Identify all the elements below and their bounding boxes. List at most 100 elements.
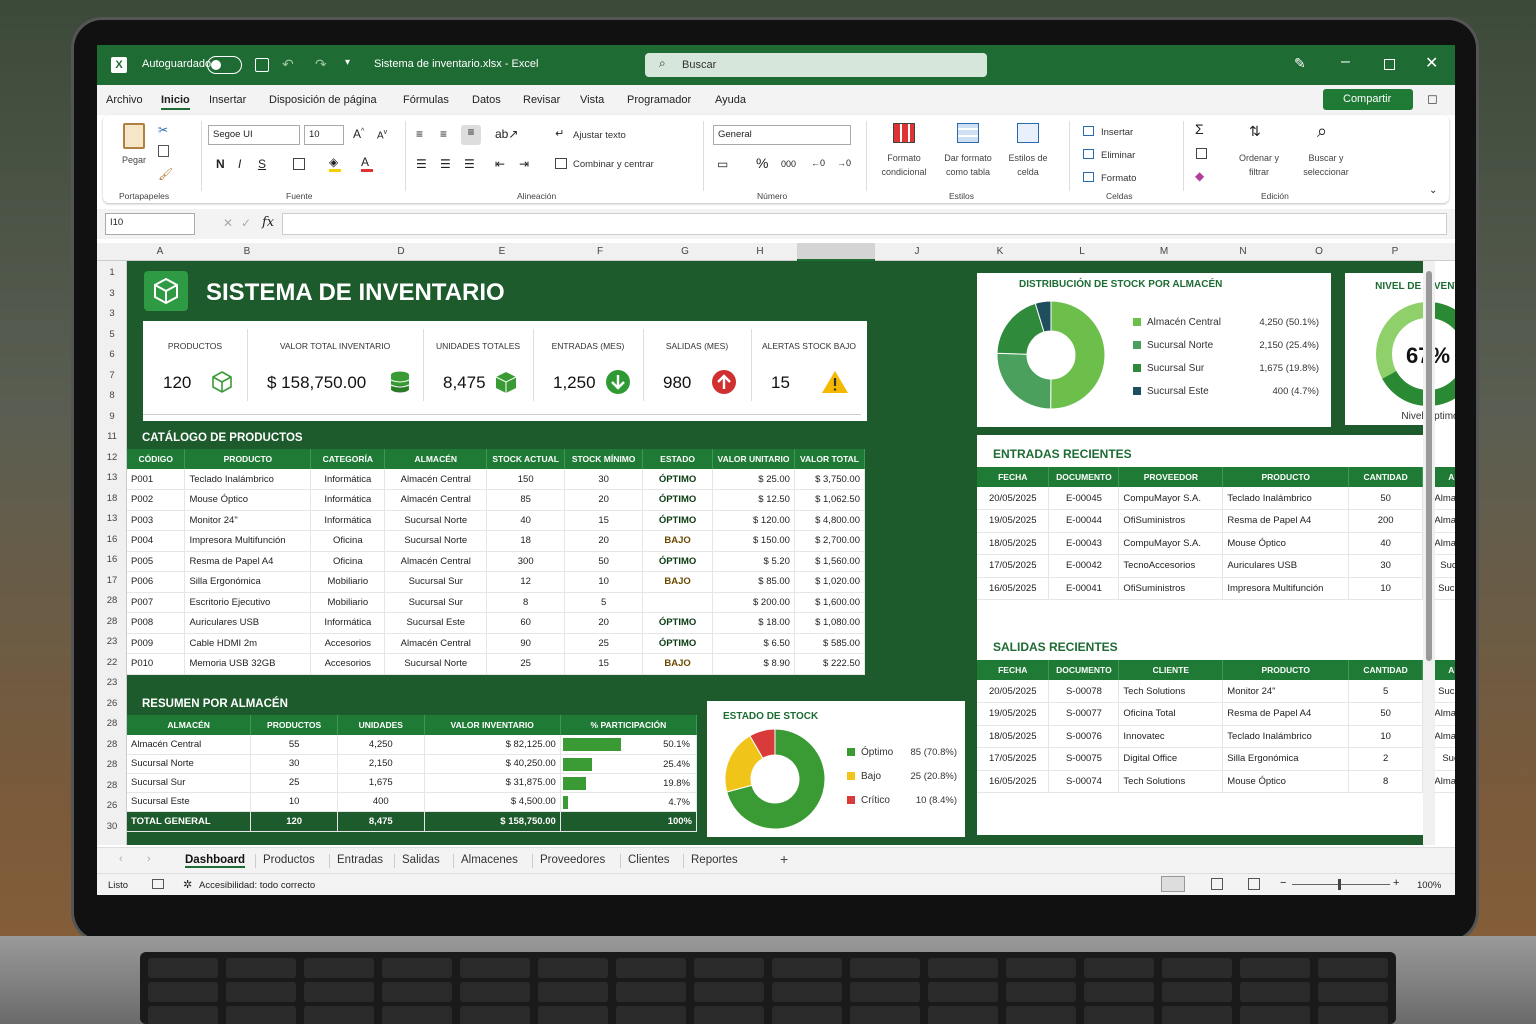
insert-cells-button[interactable]: Insertar xyxy=(1101,127,1133,138)
column-header[interactable]: P xyxy=(1385,246,1405,257)
column-title[interactable]: % PARTICIPACIÓN xyxy=(560,715,698,735)
conditional-format-line2[interactable]: condicional xyxy=(871,167,937,177)
pen-icon[interactable]: ✎ xyxy=(1294,55,1306,72)
table-row[interactable]: P001 Teclado Inalámbrico Informática Almacé… xyxy=(127,469,866,490)
row-header[interactable]: 28 xyxy=(97,739,127,750)
undo-icon[interactable]: ↶ xyxy=(282,56,294,73)
autosave-toggle[interactable] xyxy=(207,56,242,74)
sheet-tab[interactable]: Productos xyxy=(263,854,315,866)
number-format-select[interactable]: General xyxy=(713,125,851,145)
table-row[interactable]: 20/05/2025 S-00078 Tech Solutions Monitor 2… xyxy=(977,680,1455,703)
table-row[interactable]: 17/05/2025 S-00075 Digital Office Silla Erg… xyxy=(977,747,1455,771)
table-row[interactable]: Sucursal Norte 30 2,150 $ 40,250.00 25.4% xyxy=(127,754,698,774)
formula-input[interactable] xyxy=(282,213,1447,235)
column-header[interactable]: E xyxy=(492,246,512,257)
copy-icon[interactable] xyxy=(158,145,169,157)
merge-icon[interactable] xyxy=(555,158,567,169)
prev-sheet-icon[interactable]: ‹ xyxy=(119,853,123,865)
column-header[interactable]: M xyxy=(1154,246,1174,257)
sheet-tab[interactable]: Proveedores xyxy=(540,854,605,866)
row-header[interactable]: 22 xyxy=(97,657,127,668)
table-row[interactable]: P008 Auriculares USB Informática Sucursal E… xyxy=(127,612,866,634)
paste-icon[interactable] xyxy=(123,123,145,149)
table-row[interactable]: 20/05/2025 E-00045 CompuMayor S.A. Teclado … xyxy=(977,487,1455,510)
row-header[interactable]: 26 xyxy=(97,698,127,709)
column-title[interactable]: FECHA xyxy=(977,660,1050,680)
row-header[interactable]: 28 xyxy=(97,759,127,770)
align-top-icon[interactable]: ≡ xyxy=(416,127,423,141)
table-row[interactable]: P010 Memoria USB 32GB Accesorios Sucursal N… xyxy=(127,653,866,675)
percent-icon[interactable]: % xyxy=(756,155,768,171)
column-title[interactable]: PROVEEDOR xyxy=(1118,467,1224,487)
column-title[interactable]: PRODUCTO xyxy=(1222,467,1350,487)
column-title[interactable]: PRODUCTO xyxy=(1222,660,1350,680)
column-title[interactable]: ALMACÉN xyxy=(127,715,252,735)
name-box[interactable]: I10 xyxy=(105,213,195,235)
cell-styles-icon[interactable] xyxy=(1017,123,1039,143)
table-row[interactable]: Sucursal Este 10 400 $ 4,500.00 4.7% xyxy=(127,792,698,812)
column-title[interactable]: CANTIDAD xyxy=(1348,467,1424,487)
merge-center-button[interactable]: Combinar y centrar xyxy=(573,159,654,170)
menu-2[interactable]: Insertar xyxy=(209,94,246,106)
borders-icon[interactable] xyxy=(293,158,305,170)
add-sheet-icon[interactable]: + xyxy=(780,851,788,867)
cell-styles-line2[interactable]: celda xyxy=(998,167,1058,177)
sheet-tab[interactable]: Entradas xyxy=(337,854,383,866)
menu-4[interactable]: Fórmulas xyxy=(403,94,449,106)
indent-icon[interactable]: ⇤ xyxy=(495,157,505,171)
align-bottom-icon[interactable]: ≡ xyxy=(461,125,481,145)
orientation-icon[interactable]: ab↗ xyxy=(495,127,518,141)
confirm-icon[interactable]: ✓ xyxy=(241,216,251,230)
row-header[interactable]: 1 xyxy=(97,267,127,278)
row-header[interactable]: 3 xyxy=(97,288,127,299)
column-title[interactable]: VALOR UNITARIO xyxy=(712,449,795,469)
collapse-ribbon-icon[interactable]: ⌄ xyxy=(1429,185,1437,196)
row-header[interactable]: 23 xyxy=(97,636,127,647)
column-title[interactable]: ALMACÉN xyxy=(384,449,488,469)
table-row[interactable]: P009 Cable HDMI 2m Accesorios Almacén Centr… xyxy=(127,633,866,654)
align-left-icon[interactable]: ☰ xyxy=(416,157,427,171)
cell-styles-line1[interactable]: Estilos de xyxy=(998,153,1058,163)
save-icon[interactable] xyxy=(255,58,269,72)
row-header[interactable]: 9 xyxy=(97,411,127,422)
table-row[interactable]: P002 Mouse Óptico Informática Almacén Centr… xyxy=(127,489,866,511)
sort-filter-icon[interactable]: ⇅ xyxy=(1249,123,1261,140)
format-painter-icon[interactable]: 🖌 xyxy=(158,167,173,181)
customize-icon[interactable]: ▾ xyxy=(345,57,350,68)
align-middle-icon[interactable]: ≡ xyxy=(440,127,447,141)
shrink-font-icon[interactable]: Av xyxy=(377,129,387,141)
column-header[interactable]: J xyxy=(907,246,927,257)
row-header[interactable]: 13 xyxy=(97,472,127,483)
comments-icon[interactable]: ◻ xyxy=(1427,91,1438,107)
font-color-icon[interactable]: A xyxy=(361,155,373,172)
row-header[interactable]: 16 xyxy=(97,534,127,545)
redo-icon[interactable]: ↷ xyxy=(315,56,327,73)
conditional-format-icon[interactable] xyxy=(893,123,915,143)
align-right-icon[interactable]: ☰ xyxy=(464,157,475,171)
comma-icon[interactable]: 000 xyxy=(781,159,796,169)
find-select-line2[interactable]: seleccionar xyxy=(1293,167,1359,177)
row-header[interactable]: 12 xyxy=(97,452,127,463)
function-icon[interactable]: fx xyxy=(262,215,274,230)
zoom-out-icon[interactable]: − xyxy=(1280,877,1286,889)
zoom-slider[interactable] xyxy=(1292,879,1390,890)
row-header[interactable]: 30 xyxy=(97,821,127,832)
cut-icon[interactable]: ✂ xyxy=(158,123,168,137)
row-header[interactable]: 28 xyxy=(97,718,127,729)
sheet-tab[interactable]: Clientes xyxy=(628,854,670,866)
delete-cells-button[interactable]: Eliminar xyxy=(1101,150,1135,161)
share-button[interactable]: Compartir xyxy=(1323,89,1413,110)
table-row[interactable]: 16/05/2025 S-00074 Tech Solutions Mouse Ópt… xyxy=(977,770,1455,793)
cancel-icon[interactable]: ✕ xyxy=(223,216,233,230)
format-table-line1[interactable]: Dar formato xyxy=(935,153,1001,163)
table-row[interactable]: 19/05/2025 S-00077 Oficina Total Resma de P… xyxy=(977,702,1455,726)
menu-9[interactable]: Ayuda xyxy=(715,94,746,106)
normal-view-icon[interactable] xyxy=(1161,876,1185,892)
minimize-icon[interactable]: – xyxy=(1341,53,1350,71)
table-row[interactable]: P003 Monitor 24" Informática Sucursal Norte… xyxy=(127,510,866,531)
sheet-tab[interactable]: Reportes xyxy=(691,854,738,866)
column-title[interactable]: PRODUCTO xyxy=(184,449,312,469)
column-header[interactable]: F xyxy=(590,246,610,257)
decrease-decimal-icon[interactable]: →0 xyxy=(837,158,851,168)
paste-button[interactable]: Pegar xyxy=(117,155,151,165)
